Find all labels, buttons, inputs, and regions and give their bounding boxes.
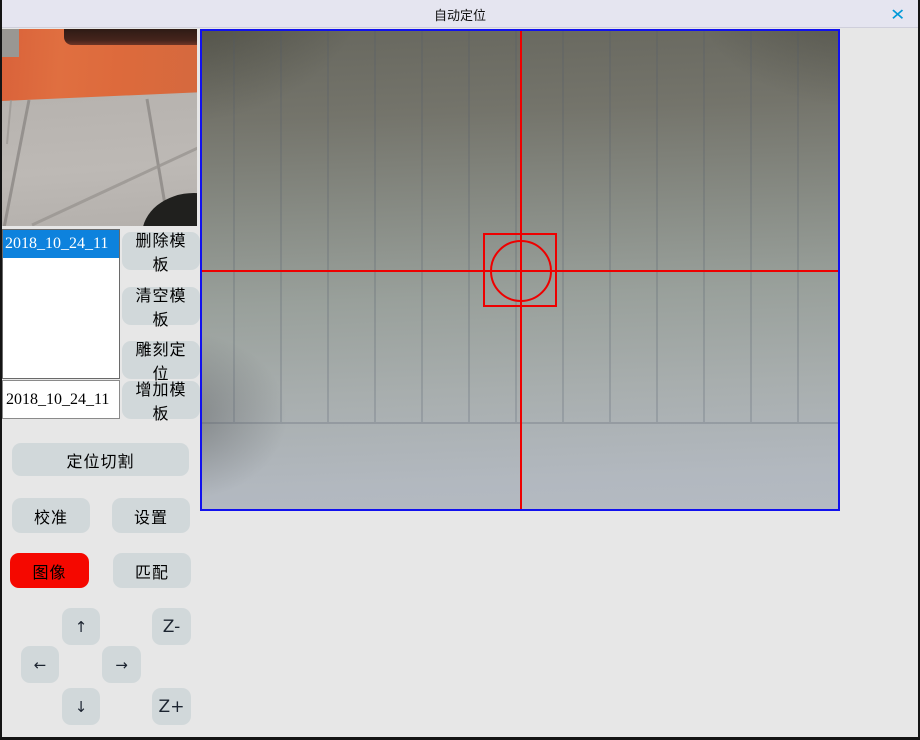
close-button[interactable]: ✕: [887, 3, 909, 25]
jog-up-button[interactable]: ↑: [62, 608, 100, 645]
settings-button[interactable]: 设置: [112, 498, 190, 533]
jog-left-button[interactable]: ←: [21, 646, 59, 683]
down-arrow-icon: ↓: [75, 698, 88, 716]
jog-down-button[interactable]: ↓: [62, 688, 100, 725]
add-template-button[interactable]: 增加模板: [122, 381, 200, 419]
up-arrow-icon: ↑: [75, 618, 88, 636]
delete-template-button[interactable]: 删除模板: [122, 232, 200, 270]
title-bar: 自动定位 ✕: [2, 0, 918, 28]
template-list[interactable]: 2018_10_24_11: [2, 229, 120, 379]
template-thumbnail-preview: [2, 29, 197, 226]
clear-templates-button[interactable]: 清空模板: [122, 287, 200, 325]
match-button[interactable]: 匹配: [113, 553, 191, 588]
right-arrow-icon: →: [115, 656, 128, 674]
template-list-item[interactable]: 2018_10_24_11: [3, 230, 119, 258]
jog-z-plus-button[interactable]: Z+: [152, 688, 191, 725]
thumbnail-tile-lines: [2, 29, 197, 226]
template-name-input[interactable]: [2, 380, 120, 419]
left-arrow-icon: ←: [34, 656, 47, 674]
jog-z-minus-button[interactable]: Z-: [152, 608, 191, 645]
camera-view[interactable]: [200, 29, 840, 511]
auto-locate-dialog: 自动定位 ✕ 2018_10_24_11 删除模板 清空模板 雕刻定位 增加模板…: [0, 0, 920, 740]
jog-right-button[interactable]: →: [102, 646, 141, 683]
close-icon: ✕: [890, 5, 905, 24]
image-button[interactable]: 图像: [10, 553, 89, 588]
engrave-locate-button[interactable]: 雕刻定位: [122, 341, 200, 379]
crosshair-horizontal-line: [202, 270, 838, 272]
calibrate-button[interactable]: 校准: [12, 498, 90, 533]
dialog-title: 自动定位: [2, 0, 918, 28]
locate-cut-button[interactable]: 定位切割: [12, 443, 189, 476]
